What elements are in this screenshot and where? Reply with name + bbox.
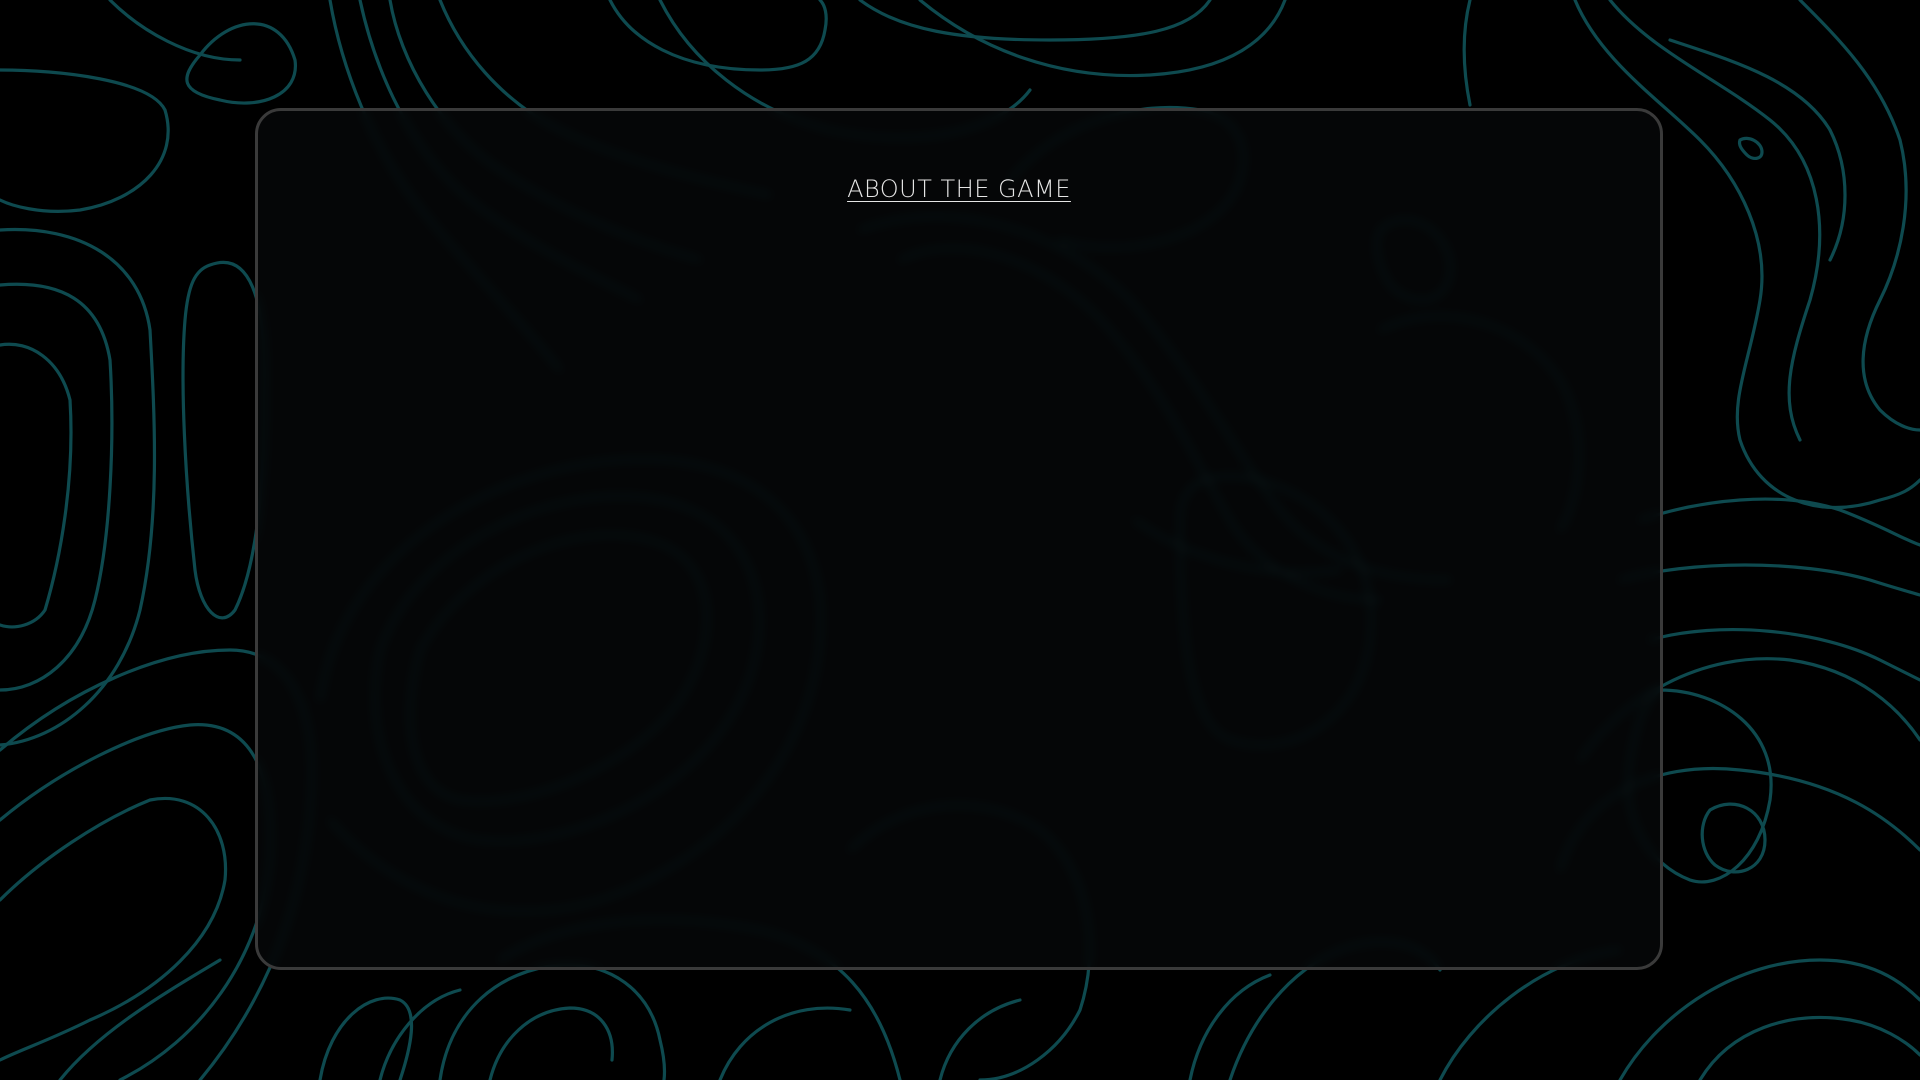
about-panel: ABOUT THE GAME <box>255 108 1663 970</box>
about-the-game-title[interactable]: ABOUT THE GAME <box>258 175 1660 203</box>
panel-content-area <box>318 241 1600 907</box>
about-screen: ABOUT THE GAME <box>0 0 1920 1080</box>
